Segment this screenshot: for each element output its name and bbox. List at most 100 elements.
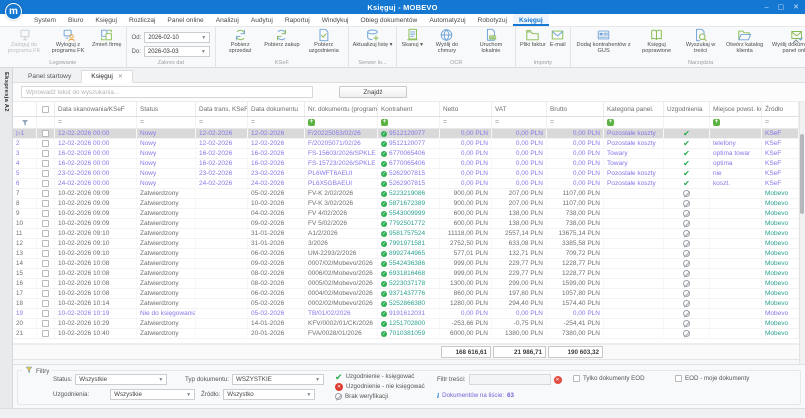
table-row[interactable]: 12 10-02-2026 09:10 Zatwierdzony 31-01-2026…: [13, 239, 805, 249]
table-row[interactable]: 18 10-02-2026 10:14 Zatwierdzony 05-02-2026…: [13, 299, 805, 309]
tab-close-icon[interactable]: ✕: [118, 73, 123, 80]
row-checkbox[interactable]: [42, 230, 49, 237]
menu-item-księguj[interactable]: Księguj: [512, 14, 549, 26]
table-row[interactable]: 16 10-02-2026 10:08 Zatwierdzony 08-02-2026…: [13, 279, 805, 289]
menu-item-panel-online[interactable]: Panel online: [161, 14, 209, 26]
menu-item-automatyzuj[interactable]: Automatyzuj: [423, 14, 471, 26]
scrollbar-thumb[interactable]: [800, 134, 804, 214]
maximize-button[interactable]: ▢: [778, 3, 785, 11]
reconciliation-select[interactable]: Wszystkie ▼: [110, 389, 196, 400]
grid-filter-row[interactable]: = = = = + + = = = + + =: [13, 117, 805, 129]
menu-item-robotyzuj[interactable]: Robotyzuj: [472, 14, 513, 26]
table-row[interactable]: 11 10-02-2026 09:10 Zatwierdzony 31-01-2026…: [13, 229, 805, 239]
date-picker-od[interactable]: 2026-02-10 ▼: [144, 32, 211, 43]
menu-item-obieg-dokumentów[interactable]: Obieg dokumentów: [355, 14, 424, 26]
table-row[interactable]: 14 10-02-2026 10:08 Zatwierdzony 09-02-2026…: [13, 259, 805, 269]
date-picker-do[interactable]: 2026-03-03 ▼: [143, 46, 210, 57]
cell-status: Nowy: [137, 129, 196, 138]
table-row[interactable]: 9 10-02-2026 09:09 Zatwierdzony 04-02-2026 F…: [13, 209, 805, 219]
ribbon-button-wyszukaj-w-treści[interactable]: Wyszukaj w treści: [680, 28, 722, 55]
table-row[interactable]: 17 10-02-2026 10:08 Zatwierdzony 06-02-2026…: [13, 289, 805, 299]
row-checkbox[interactable]: [42, 190, 49, 197]
row-checkbox[interactable]: [42, 140, 49, 147]
table-row[interactable]: 4 16-02-2026 00:00 Nowy 16-02-2026 16-02-202…: [13, 159, 805, 169]
table-row[interactable]: 15 10-02-2026 10:08 Zatwierdzony 08-02-2026…: [13, 269, 805, 279]
table-row[interactable]: 2 12-02-2026 00:00 Nowy 12-02-2026 12-02-202…: [13, 139, 805, 149]
eod-only-checkbox[interactable]: Tylko dokumenty EOD: [573, 375, 645, 382]
ribbon-button-księguj-poprawione[interactable]: Księguj poprawione: [636, 28, 678, 55]
row-checkbox[interactable]: [42, 210, 49, 217]
row-checkbox[interactable]: [42, 150, 49, 157]
menu-item-system[interactable]: System: [28, 14, 62, 26]
table-row[interactable]: 8 10-02-2026 09:09 Zatwierdzony 10-02-2026 F…: [13, 199, 805, 209]
row-checkbox[interactable]: [42, 200, 49, 207]
row-checkbox[interactable]: [42, 130, 49, 137]
content-filter-input[interactable]: [468, 374, 551, 385]
eod-mine-checkbox[interactable]: EOD - moje dokumenty: [675, 375, 749, 382]
ribbon-button-pobierz-uzgodnienia[interactable]: Pobierz uzgodnienia: [303, 28, 345, 55]
menu-item-rozliczaj[interactable]: Rozliczaj: [123, 14, 161, 26]
ribbon-button-otwórz-katalog-klienta[interactable]: Otwórz katalog klienta: [724, 28, 766, 55]
ribbon-button-e-mail[interactable]: E-mail: [549, 28, 567, 48]
table-row[interactable]: 5 23-02-2026 00:00 Nowy 23-02-2026 23-02-202…: [13, 169, 805, 179]
ribbon-button-pobierz-zakup[interactable]: Pobierz zakup: [263, 28, 300, 48]
tab-panel-startowy[interactable]: Panel startowy: [19, 71, 80, 82]
menu-item-biuro[interactable]: Biuro: [62, 14, 89, 26]
table-row[interactable]: 7 10-02-2026 09:09 Zatwierdzony 05-02-2026 F…: [13, 189, 805, 199]
row-checkbox[interactable]: [42, 320, 49, 327]
row-checkbox[interactable]: [42, 270, 49, 277]
ribbon-button-dodaj-kontrahentów-z-gus[interactable]: Dodaj kontrahentów z GUS: [574, 28, 634, 55]
search-input[interactable]: Wprowadź tekst do wyszukania...: [21, 86, 313, 98]
table-row[interactable]: ▷ 1 12-02-2026 00:00 Nowy 12-02-2026 12-02-2…: [13, 129, 805, 139]
ribbon-button-wyślij-do-chmury[interactable]: Wyślij do chmury: [426, 28, 468, 55]
select-all-checkbox[interactable]: [42, 105, 49, 113]
menu-item-audytuj[interactable]: Audytuj: [245, 14, 279, 26]
cell-brutto: 1057,80 PLN: [547, 289, 604, 298]
row-checkbox[interactable]: [42, 330, 49, 337]
menu-item-księguj[interactable]: Księguj: [89, 14, 123, 26]
row-checkbox[interactable]: [42, 260, 49, 267]
cell-zrodlo: Mobevo: [762, 269, 799, 278]
ribbon-button-uruchom-lokalnie[interactable]: OCR Uruchom lokalnie: [470, 28, 512, 55]
find-button[interactable]: Znajdź: [339, 86, 407, 98]
table-row[interactable]: 20 10-02-2026 10:29 Zatwierdzony 14-01-2026…: [13, 319, 805, 329]
row-checkbox[interactable]: [42, 160, 49, 167]
ribbon-button-pliki-faktur[interactable]: Pliki faktur: [519, 28, 547, 48]
minimize-button[interactable]: –: [765, 4, 769, 11]
row-checkbox[interactable]: [42, 180, 49, 187]
row-checkbox[interactable]: [42, 170, 49, 177]
source-select[interactable]: Wszystko ▼: [223, 389, 316, 400]
table-row[interactable]: 3 16-02-2026 00:00 Nowy 16-02-2026 16-02-202…: [13, 149, 805, 159]
row-checkbox[interactable]: [42, 290, 49, 297]
ribbon-button-zmień-firmę[interactable]: Zmień firmę: [91, 28, 123, 48]
status-select[interactable]: Wszystkie ▼: [75, 374, 168, 385]
menu-item-analizuj[interactable]: Analizuj: [210, 14, 245, 26]
expand-row-icon[interactable]: ▷: [16, 130, 21, 137]
document-type-select[interactable]: WSZYSTKIE ▼: [232, 374, 325, 385]
ribbon-button-skanuj[interactable]: Skanuj ▾: [400, 28, 423, 48]
table-row[interactable]: 19 10-02-2026 10:19 Nie do księgowania 05-0…: [13, 309, 805, 319]
tab-księguj[interactable]: Księguj ✕: [81, 70, 133, 83]
table-row[interactable]: 10 10-02-2026 09:09 Zatwierdzony 09-02-2026…: [13, 219, 805, 229]
clear-filter-icon[interactable]: ✕: [553, 375, 562, 384]
row-checkbox[interactable]: [42, 310, 49, 317]
table-row[interactable]: 21 10-02-2026 10:40 Zatwierdzony 20-01-2026…: [13, 329, 805, 339]
table-row[interactable]: 6 24-02-2026 00:00 Nowy 24-02-2026 24-02-202…: [13, 179, 805, 189]
ribbon-collapse-icon[interactable]: [792, 31, 800, 44]
ribbon-button-wyloguj-z-programu-fk[interactable]: Wyloguj z programu FK: [47, 28, 89, 55]
close-button[interactable]: ✕: [793, 3, 799, 11]
table-row[interactable]: 13 10-02-2026 09:10 Zatwierdzony 06-02-2026…: [13, 249, 805, 259]
row-checkbox[interactable]: [42, 280, 49, 287]
row-checkbox[interactable]: [42, 240, 49, 247]
contractor-valid-icon: ✓: [381, 220, 387, 227]
vertical-scrollbar[interactable]: [799, 102, 805, 364]
row-checkbox[interactable]: [42, 220, 49, 227]
cell-kontrahent: ✓ 7010381059: [378, 329, 440, 338]
side-panel-tab[interactable]: Ekspresja A2: [0, 68, 13, 408]
ribbon-button-aktualizuj-listę[interactable]: Aktualizuj listę ▾: [352, 28, 394, 48]
ribbon-button-pobierz-sprzedaż[interactable]: Pobierz sprzedaż: [219, 28, 261, 55]
menu-item-raportuj[interactable]: Raportuj: [279, 14, 316, 26]
row-checkbox[interactable]: [42, 250, 49, 257]
menu-item-windykuj[interactable]: Windykuj: [316, 14, 355, 26]
row-checkbox[interactable]: [42, 300, 49, 307]
